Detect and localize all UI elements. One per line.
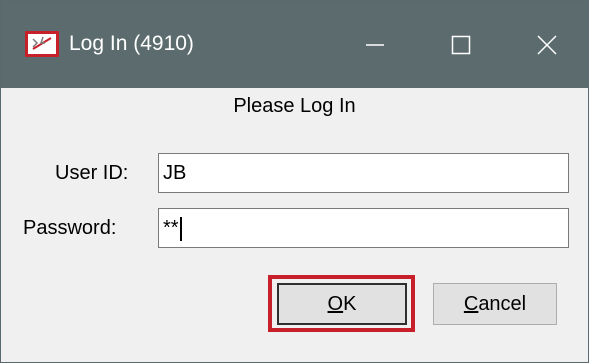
cancel-button[interactable]: Cancel: [433, 283, 557, 325]
dialog-body: Please Log In User ID: JB Password: ** O…: [1, 88, 588, 362]
user-id-input[interactable]: JB: [158, 153, 569, 193]
cancel-button-label: Cancel: [463, 292, 527, 315]
minimize-button[interactable]: [345, 1, 405, 88]
ok-button-label: OK: [327, 292, 357, 315]
login-dialog: Log In (4910) Please Log In User ID: JB …: [0, 0, 589, 363]
close-icon: [537, 34, 557, 55]
user-id-label: User ID:: [55, 162, 129, 184]
dialog-heading: Please Log In: [233, 95, 356, 117]
maximize-button[interactable]: [431, 1, 491, 88]
title-bar[interactable]: Log In (4910): [1, 1, 588, 88]
minimize-icon: [366, 43, 384, 46]
password-label: Password:: [23, 217, 117, 239]
window-title: Log In (4910): [69, 32, 194, 55]
close-button[interactable]: [517, 1, 577, 88]
text-caret: [179, 216, 182, 241]
password-value: **: [163, 217, 179, 239]
maximize-icon: [451, 35, 471, 54]
user-id-value: JB: [163, 162, 187, 184]
app-icon: [25, 31, 59, 57]
ok-button[interactable]: OK: [277, 283, 407, 325]
password-input[interactable]: **: [158, 208, 569, 248]
